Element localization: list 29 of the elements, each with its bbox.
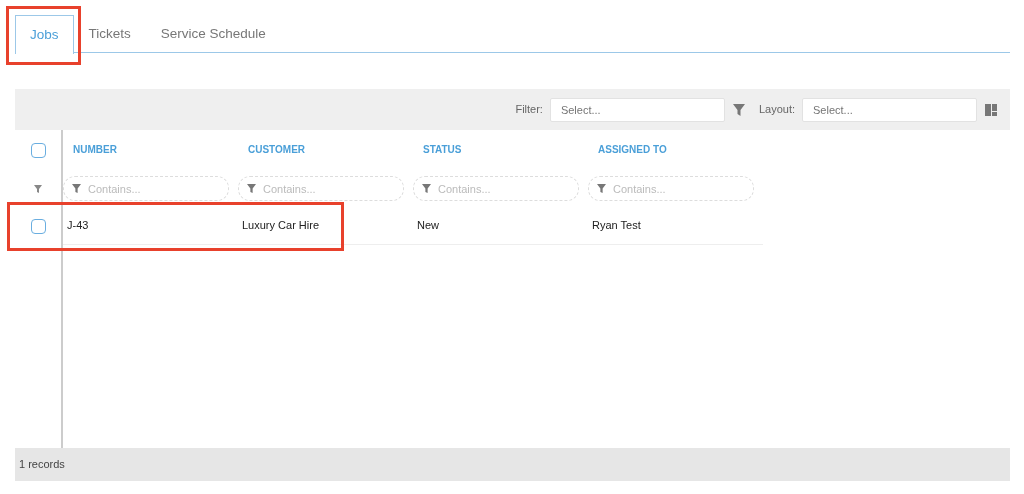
table-cell-text: Luxury Car Hire (241, 218, 321, 234)
checkbox[interactable] (30, 218, 46, 234)
filter-icon (247, 184, 256, 193)
table-cell-text: J-43 (66, 218, 90, 234)
column-header[interactable]: ASSIGNED TO (588, 130, 763, 170)
table-cell-text: New (416, 218, 440, 234)
tab[interactable]: Tickets (73, 15, 146, 53)
filter-icon (597, 184, 606, 193)
column-filter-field[interactable]: Contains... (588, 176, 754, 201)
filter-icon (34, 184, 42, 193)
filter-icon[interactable] (731, 102, 746, 117)
filter-label: Filter: (515, 102, 543, 118)
layout-icon[interactable] (984, 102, 998, 117)
column-header[interactable]: CUSTOMER (238, 130, 413, 170)
record-count: 1 records (19, 457, 65, 473)
column-header[interactable]: STATUS (413, 130, 588, 170)
column-filter-field[interactable]: Contains... (63, 176, 229, 201)
checkbox[interactable] (30, 142, 46, 158)
filter-icon (422, 184, 431, 193)
filter-select[interactable]: Select... (549, 97, 725, 122)
column-filter-field[interactable]: Contains... (413, 176, 579, 201)
layout-label: Layout: (758, 102, 795, 118)
tab[interactable]: Jobs (15, 15, 74, 54)
column-filter-field[interactable]: Contains... (238, 176, 404, 201)
layout-select[interactable]: Select... (802, 97, 977, 122)
tab[interactable]: Service Schedule (145, 15, 281, 53)
column-header[interactable]: NUMBER (63, 130, 238, 170)
table-cell-text: Ryan Test (591, 218, 642, 234)
filter-icon (72, 184, 81, 193)
